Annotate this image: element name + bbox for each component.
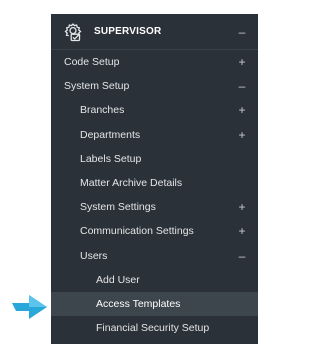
expand-icon[interactable]: + xyxy=(235,104,249,116)
menu-item-users[interactable]: Users – xyxy=(51,244,258,268)
menu-item-communication-settings[interactable]: Communication Settings + xyxy=(51,219,258,243)
expand-icon[interactable]: + xyxy=(235,201,249,213)
menu-item-matter-archive-details[interactable]: Matter Archive Details xyxy=(51,171,258,195)
supervisor-header[interactable]: SUPERVISOR – xyxy=(51,14,258,50)
gear-check-icon xyxy=(63,22,83,42)
menu-item-add-user[interactable]: Add User xyxy=(51,268,258,292)
menu-item-labels-setup[interactable]: Labels Setup xyxy=(51,147,258,171)
collapse-toggle-icon[interactable]: – xyxy=(235,26,249,38)
collapse-icon[interactable]: – xyxy=(235,250,249,262)
pointer-arrow-icon xyxy=(12,294,48,320)
menu-item-financial-security-setup[interactable]: Financial Security Setup xyxy=(51,316,258,340)
menu-item-access-templates[interactable]: Access Templates xyxy=(51,291,258,317)
expand-icon[interactable]: + xyxy=(235,56,249,68)
menu-item-label: Financial Security Setup xyxy=(96,322,210,335)
menu-item-label: Code Setup xyxy=(64,56,120,69)
menu-item-label: Users xyxy=(80,249,108,262)
menu-item-departments[interactable]: Departments + xyxy=(51,123,258,147)
menu-item-label: Matter Archive Details xyxy=(80,177,183,190)
collapse-icon[interactable]: – xyxy=(235,80,249,92)
menu-item-system-settings[interactable]: System Settings + xyxy=(51,195,258,219)
menu-item-label: System Setup xyxy=(64,80,130,93)
menu-item-label: Communication Settings xyxy=(80,225,194,238)
menu-item-label: System Settings xyxy=(80,201,156,214)
menu-item-label: Add User xyxy=(96,273,140,286)
expand-icon[interactable]: + xyxy=(235,225,249,237)
menu-item-code-setup[interactable]: Code Setup + xyxy=(51,50,258,74)
supervisor-sidebar: SUPERVISOR – Code Setup + System Setup –… xyxy=(51,14,258,344)
menu-item-label: Branches xyxy=(80,104,125,117)
supervisor-title: SUPERVISOR xyxy=(94,26,162,37)
menu-item-label: Departments xyxy=(80,128,141,141)
expand-icon[interactable]: + xyxy=(235,129,249,141)
menu-item-system-setup[interactable]: System Setup – xyxy=(51,74,258,98)
stage: SUPERVISOR – Code Setup + System Setup –… xyxy=(0,0,272,360)
menu-item-label: Access Templates xyxy=(96,297,181,310)
menu-item-branches[interactable]: Branches + xyxy=(51,98,258,122)
menu-item-label: Labels Setup xyxy=(80,152,142,165)
